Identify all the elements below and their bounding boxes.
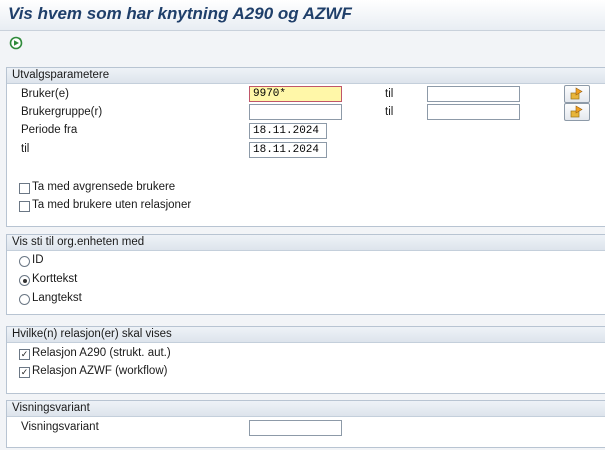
application-toolbar: [0, 31, 605, 57]
page-title: Vis hvem som har knytning A290 og AZWF: [8, 4, 352, 23]
relation-azwf-checkbox[interactable]: ✓: [19, 367, 30, 378]
arrow-right-icon: [570, 87, 583, 100]
include-limited-label: Ta med avgrensede brukere: [32, 181, 176, 193]
relations-header: Hvilke(n) relasjon(er) skal vises: [7, 327, 605, 343]
relations-group: Hvilke(n) relasjon(er) skal vises ✓ Rela…: [6, 326, 605, 394]
user-to-input[interactable]: [427, 86, 520, 102]
selection-parameters-header: Utvalgsparametere: [7, 68, 605, 84]
user-group-from-input[interactable]: [249, 104, 342, 120]
user-group-label: Brukergruppe(r): [21, 106, 103, 118]
relation-azwf-label: Relasjon AZWF (workflow): [32, 365, 168, 377]
selection-parameters-group: Utvalgsparametere Bruker(e) 9970* til Br…: [6, 67, 605, 227]
user-multiple-selection-button[interactable]: [564, 85, 590, 103]
display-variant-label: Visningsvariant: [21, 421, 99, 433]
user-group-multiple-selection-button[interactable]: [564, 103, 590, 121]
radio-langtekst[interactable]: [19, 294, 30, 305]
include-norel-checkbox[interactable]: [19, 201, 30, 212]
user-group-to-label: til: [385, 106, 394, 118]
period-from-input[interactable]: 18.11.2024: [249, 123, 327, 139]
include-limited-checkbox[interactable]: [19, 183, 30, 194]
radio-id[interactable]: [19, 256, 30, 267]
user-label: Bruker(e): [21, 88, 69, 100]
user-to-label: til: [385, 88, 394, 100]
relation-a290-checkbox[interactable]: ✓: [19, 349, 30, 360]
execute-icon[interactable]: [9, 36, 23, 50]
display-variant-group: Visningsvariant Visningsvariant: [6, 400, 605, 448]
user-group-to-input[interactable]: [427, 104, 520, 120]
display-variant-header: Visningsvariant: [7, 401, 605, 417]
org-path-group: Vis sti til org.enheten med ID Korttekst…: [6, 234, 605, 315]
include-norel-label: Ta med brukere uten relasjoner: [32, 199, 192, 211]
period-to-label: til: [21, 143, 30, 155]
radio-korttekst[interactable]: [19, 275, 30, 286]
arrow-right-icon: [570, 105, 583, 118]
radio-id-label: ID: [32, 254, 44, 266]
radio-langtekst-label: Langtekst: [32, 292, 82, 304]
radio-korttekst-label: Korttekst: [32, 273, 78, 285]
period-to-input[interactable]: 18.11.2024: [249, 142, 327, 158]
display-variant-input[interactable]: [249, 420, 342, 436]
org-path-header: Vis sti til org.enheten med: [7, 235, 605, 251]
user-from-input[interactable]: 9970*: [249, 86, 342, 102]
period-from-label: Periode fra: [21, 124, 78, 136]
relation-a290-label: Relasjon A290 (strukt. aut.): [32, 347, 171, 359]
